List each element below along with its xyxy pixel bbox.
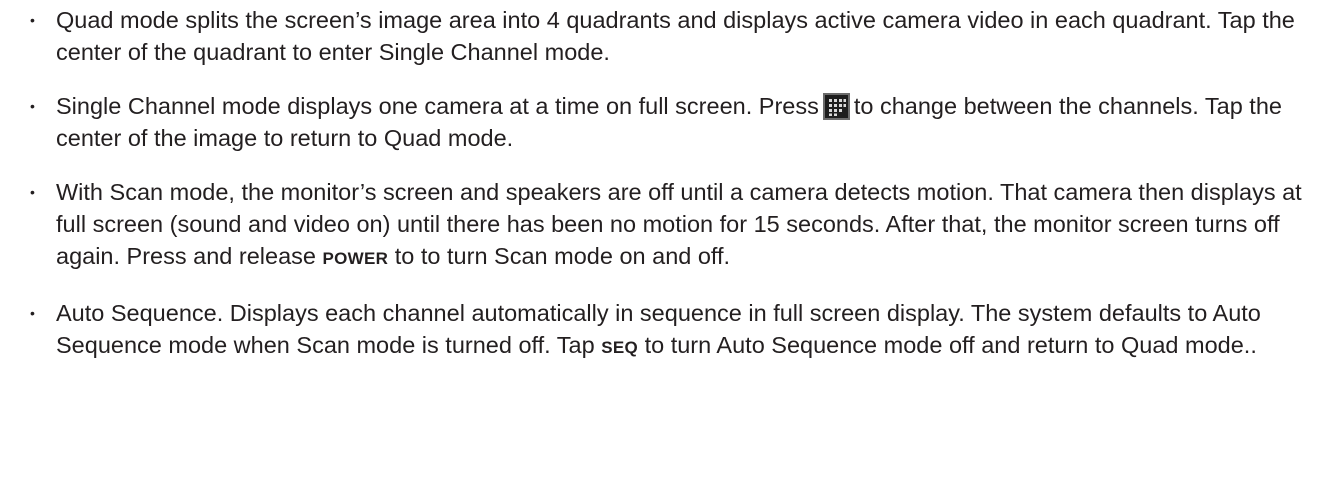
document-page: • Quad mode splits the screen’s image ar… bbox=[0, 0, 1327, 487]
list-item-quad-mode: • Quad mode splits the screen’s image ar… bbox=[22, 4, 1307, 68]
bullet-marker: • bbox=[30, 12, 35, 28]
list-item-single-channel-mode: • Single Channel mode displays one camer… bbox=[22, 90, 1307, 154]
quad-mode-text: Quad mode splits the screen’s image area… bbox=[56, 7, 1295, 65]
bullet-marker: • bbox=[30, 98, 35, 114]
bullet-marker: • bbox=[30, 305, 35, 321]
list-item-auto-sequence: • Auto Sequence. Displays each channel a… bbox=[22, 297, 1307, 364]
single-channel-text-start: Single Channel mode displays one camera … bbox=[56, 93, 819, 119]
grid-channel-icon bbox=[822, 93, 850, 120]
power-keyword: POWER bbox=[322, 249, 389, 268]
mode-bullet-list: • Quad mode splits the screen’s image ar… bbox=[22, 4, 1307, 364]
auto-sequence-text-end: to turn Auto Sequence mode off and retur… bbox=[644, 332, 1257, 358]
scan-mode-text-end: to to turn Scan mode on and off. bbox=[394, 243, 731, 269]
seq-keyword: SEQ bbox=[601, 338, 639, 357]
bullet-marker: • bbox=[30, 184, 35, 200]
list-item-scan-mode: • With Scan mode, the monitor’s screen a… bbox=[22, 176, 1307, 275]
